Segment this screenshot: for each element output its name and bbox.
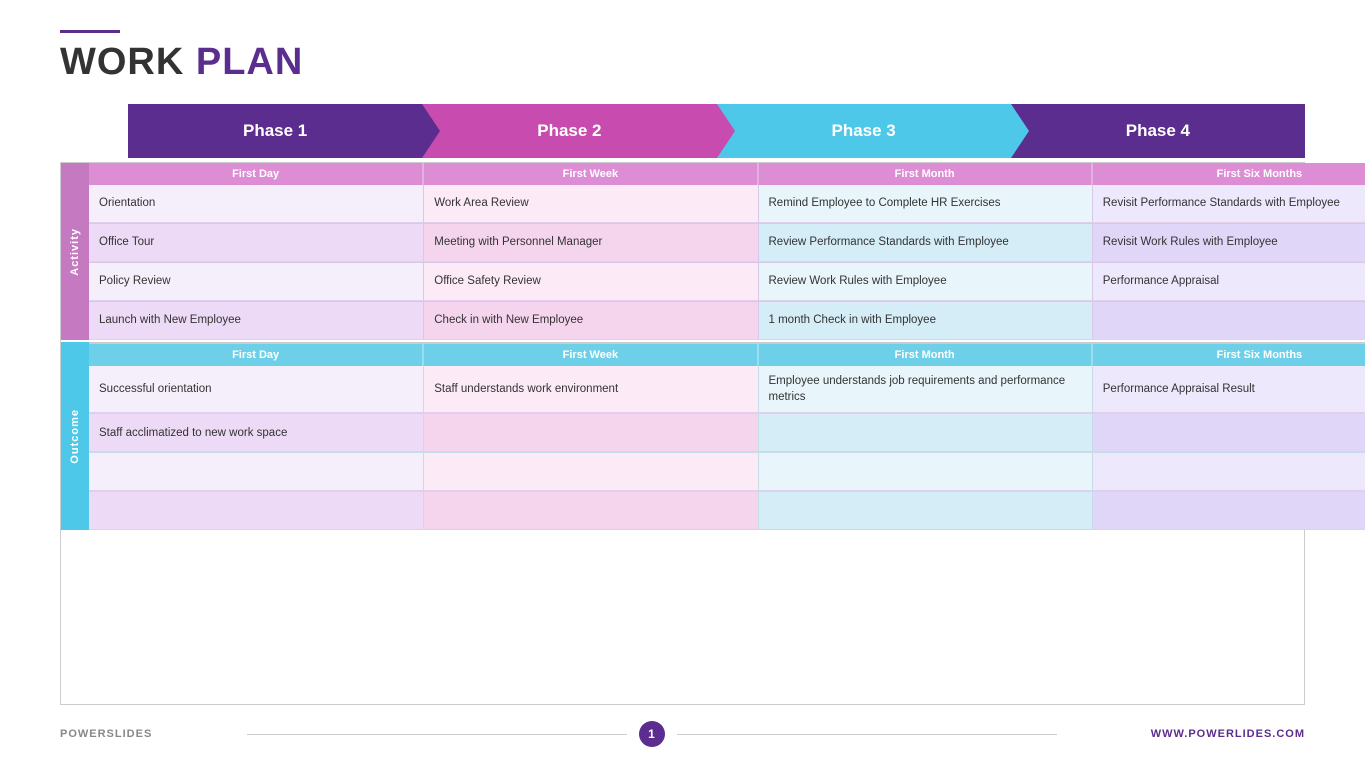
outcome-r4-c2 xyxy=(423,492,757,530)
activity-data-row-1: Orientation Work Area Review Remind Empl… xyxy=(89,185,1365,224)
activity-row: Activity First Day First Week First Mont… xyxy=(61,163,1365,342)
activity-r3-c3: Review Work Rules with Employee xyxy=(758,263,1092,301)
footer-left-text: POWERSLIDES xyxy=(60,728,152,740)
activity-header-col3: First Month xyxy=(758,163,1092,185)
outcome-r2-c4 xyxy=(1092,414,1365,452)
activity-header-col1: First Day xyxy=(89,163,423,185)
activity-r4-c3: 1 month Check in with Employee xyxy=(758,302,1092,340)
activity-label: Activity xyxy=(69,228,81,276)
header-accent-line xyxy=(60,30,120,33)
outcome-header-col4: First Six Months xyxy=(1092,344,1365,366)
activity-r2-c4: Revisit Work Rules with Employee xyxy=(1092,224,1365,262)
phase-3-arrow: Phase 3 xyxy=(717,104,1011,158)
outcome-r4-c4 xyxy=(1092,492,1365,530)
activity-r2-c1: Office Tour xyxy=(89,224,423,262)
activity-header-row: First Day First Week First Month First S… xyxy=(89,163,1365,185)
footer-right-text: WWW.POWERLIDES.COM xyxy=(1151,728,1305,740)
footer: POWERSLIDES 1 WWW.POWERLIDES.COM xyxy=(60,711,1305,747)
activity-r2-c2: Meeting with Personnel Manager xyxy=(423,224,757,262)
outcome-label-cell: Outcome xyxy=(61,342,89,530)
outcome-r1-c2: Staff understands work environment xyxy=(423,366,757,413)
activity-r1-c2: Work Area Review xyxy=(423,185,757,223)
outcome-data-row-1: Successful orientation Staff understands… xyxy=(89,366,1365,414)
outcome-r1-c4: Performance Appraisal Result xyxy=(1092,366,1365,413)
activity-data-row-3: Policy Review Office Safety Review Revie… xyxy=(89,263,1365,302)
activity-r3-c4: Performance Appraisal xyxy=(1092,263,1365,301)
outcome-header-row: First Day First Week First Month First S… xyxy=(89,344,1365,366)
outcome-r3-c3 xyxy=(758,453,1092,491)
activity-r2-c3: Review Performance Standards with Employ… xyxy=(758,224,1092,262)
title-part2: PLAN xyxy=(196,41,303,83)
outcome-header-col1: First Day xyxy=(89,344,423,366)
activity-r1-c3: Remind Employee to Complete HR Exercises xyxy=(758,185,1092,223)
outcome-r3-c1 xyxy=(89,453,423,491)
activity-columns: First Day First Week First Month First S… xyxy=(89,163,1365,340)
activity-r3-c1: Policy Review xyxy=(89,263,423,301)
phase-4-arrow: Phase 4 xyxy=(1011,104,1305,158)
activity-data-row-2: Office Tour Meeting with Personnel Manag… xyxy=(89,224,1365,263)
outcome-r3-c4 xyxy=(1092,453,1365,491)
activity-r1-c1: Orientation xyxy=(89,185,423,223)
activity-r1-c4: Revisit Performance Standards with Emplo… xyxy=(1092,185,1365,223)
outcome-r1-c3: Employee understands job requirements an… xyxy=(758,366,1092,413)
activity-header-col2: First Week xyxy=(423,163,757,185)
phase-1-label: Phase 1 xyxy=(243,121,307,141)
activity-label-cell: Activity xyxy=(61,163,89,340)
footer-center: 1 xyxy=(152,721,1150,747)
outcome-label: Outcome xyxy=(69,409,81,464)
page-container: WORK PLAN Phase 1 Phase 2 Phase 3 Phase … xyxy=(0,0,1365,767)
title-part1: WORK xyxy=(60,41,196,83)
table-container: Activity First Day First Week First Mont… xyxy=(60,162,1305,705)
activity-r4-c4 xyxy=(1092,302,1365,340)
phase-2-label: Phase 2 xyxy=(537,121,601,141)
activity-section: Activity First Day First Week First Mont… xyxy=(61,163,1365,704)
activity-r4-c1: Launch with New Employee xyxy=(89,302,423,340)
outcome-r2-c1: Staff acclimatized to new work space xyxy=(89,414,423,452)
phase-1-arrow: Phase 1 xyxy=(128,104,422,158)
phase-4-label: Phase 4 xyxy=(1126,121,1190,141)
outcome-header-col2: First Week xyxy=(423,344,757,366)
outcome-r2-c3 xyxy=(758,414,1092,452)
footer-line-right xyxy=(677,734,1057,735)
phase-3-label: Phase 3 xyxy=(831,121,895,141)
activity-r4-c2: Check in with New Employee xyxy=(423,302,757,340)
phase-2-arrow: Phase 2 xyxy=(422,104,716,158)
outcome-r4-c3 xyxy=(758,492,1092,530)
outcome-data-row-3 xyxy=(89,453,1365,492)
outcome-r1-c1: Successful orientation xyxy=(89,366,423,413)
outcome-row: Outcome First Day First Week First Month… xyxy=(61,342,1365,530)
outcome-data-row-4 xyxy=(89,492,1365,530)
phase-row: Phase 1 Phase 2 Phase 3 Phase 4 xyxy=(128,104,1305,158)
outcome-data-row-2: Staff acclimatized to new work space xyxy=(89,414,1365,453)
outcome-header-col3: First Month xyxy=(758,344,1092,366)
activity-header-col4: First Six Months xyxy=(1092,163,1365,185)
footer-line-left xyxy=(247,734,627,735)
outcome-r3-c2 xyxy=(423,453,757,491)
footer-page-badge: 1 xyxy=(639,721,665,747)
activity-data-row-4: Launch with New Employee Check in with N… xyxy=(89,302,1365,340)
outcome-r2-c2 xyxy=(423,414,757,452)
activity-r3-c2: Office Safety Review xyxy=(423,263,757,301)
outcome-r4-c1 xyxy=(89,492,423,530)
outcome-columns: First Day First Week First Month First S… xyxy=(89,342,1365,530)
page-title: WORK PLAN xyxy=(60,41,1305,84)
